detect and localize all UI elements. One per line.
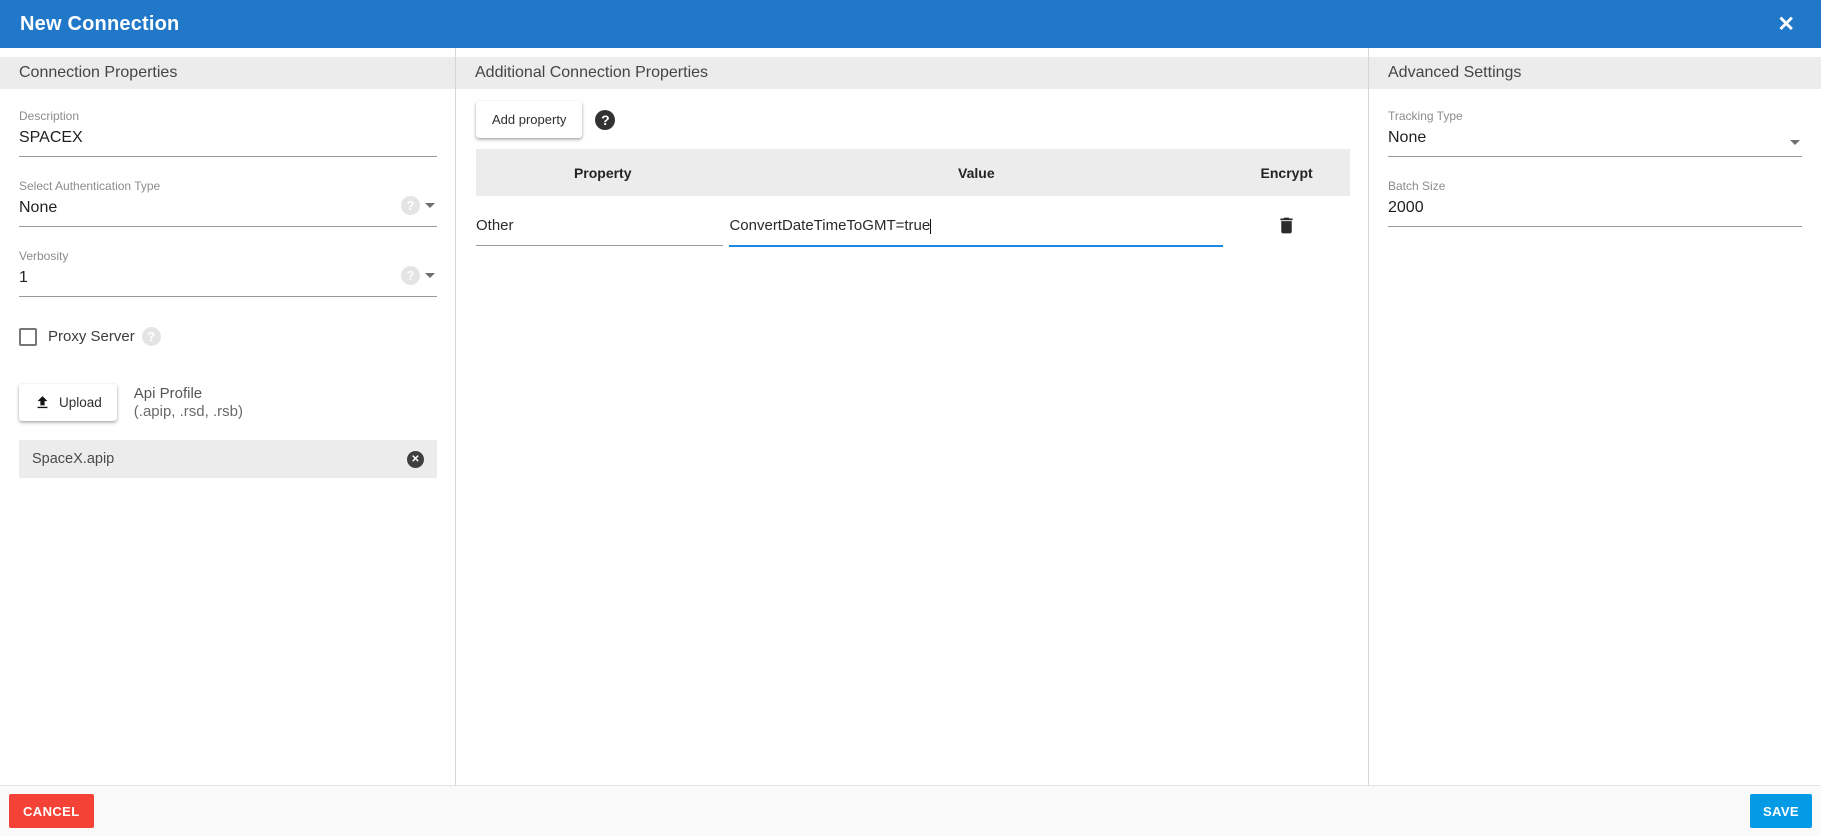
text-cursor [930,219,931,234]
description-field[interactable]: Description SPACEX [19,109,437,157]
delete-property-button[interactable] [1276,215,1297,236]
auth-type-field[interactable]: Select Authentication Type None ? [19,179,437,227]
verbosity-caret-down-icon[interactable] [425,273,435,278]
upload-button-label: Upload [59,395,102,410]
connection-properties-panel: Connection Properties Description SPACEX… [0,48,456,785]
upload-button[interactable]: Upload [19,384,117,421]
verbosity-field[interactable]: Verbosity 1 ? [19,249,437,297]
uploaded-file-chip: SpaceX.apip ✕ [19,440,437,478]
property-name-input[interactable]: Other [476,215,723,246]
column-header-value: Value [729,165,1223,181]
tracking-type-label: Tracking Type [1388,109,1802,123]
advanced-settings-panel: Advanced Settings Tracking Type None Bat… [1368,48,1821,785]
trash-icon [1276,215,1297,236]
api-profile-text: Api Profile (.apip, .rsd, .rsb) [134,385,243,421]
tracking-type-select[interactable]: None [1388,123,1802,157]
api-profile-title: Api Profile [134,385,243,403]
table-row: Other ConvertDateTimeToGMT=true [476,215,1350,247]
uploaded-file-name: SpaceX.apip [32,451,114,467]
new-connection-dialog: New Connection ✕ Connection Properties D… [0,0,1821,836]
cancel-button[interactable]: CANCEL [9,794,94,828]
dialog-footer: CANCEL SAVE [0,785,1821,836]
auth-type-label: Select Authentication Type [19,179,437,193]
api-profile-extensions: (.apip, .rsd, .rsb) [134,403,243,421]
auth-type-select[interactable]: None [19,193,437,227]
verbosity-help-icon: ? [401,266,420,285]
close-icon[interactable]: ✕ [1771,12,1801,37]
dialog-titlebar: New Connection ✕ [0,0,1821,48]
additional-properties-header: Additional Connection Properties [456,57,1368,89]
tracking-type-caret-down-icon[interactable] [1790,140,1800,145]
description-label: Description [19,109,437,123]
batch-size-field[interactable]: Batch Size 2000 [1388,179,1802,227]
proxy-server-label: Proxy Server [48,328,135,345]
proxy-server-checkbox[interactable] [19,328,37,346]
connection-properties-header: Connection Properties [0,57,455,89]
batch-size-input[interactable]: 2000 [1388,193,1802,227]
advanced-settings-header: Advanced Settings [1369,57,1821,89]
batch-size-label: Batch Size [1388,179,1802,193]
upload-icon [34,394,51,411]
additional-properties-panel: Additional Connection Properties Add pro… [456,48,1368,785]
verbosity-label: Verbosity [19,249,437,263]
properties-table-header: Property Value Encrypt [476,149,1350,196]
proxy-server-row: Proxy Server ? [19,327,437,346]
add-property-button[interactable]: Add property [476,101,582,138]
api-profile-upload-row: Upload Api Profile (.apip, .rsd, .rsb) [19,384,437,421]
remove-file-icon[interactable]: ✕ [407,451,424,468]
properties-table: Property Value Encrypt Other ConvertDate… [476,149,1350,247]
save-button[interactable]: SAVE [1750,794,1812,828]
column-header-property: Property [476,165,729,181]
add-property-help-icon[interactable]: ? [595,110,615,130]
add-property-row: Add property ? [476,101,1350,138]
proxy-server-help-icon: ? [142,327,161,346]
description-input[interactable]: SPACEX [19,123,437,157]
property-value-input[interactable]: ConvertDateTimeToGMT=true [729,215,1223,247]
verbosity-select[interactable]: 1 [19,263,437,297]
dialog-content: Connection Properties Description SPACEX… [0,48,1821,785]
column-header-encrypt: Encrypt [1223,165,1350,181]
tracking-type-field[interactable]: Tracking Type None [1388,109,1802,157]
dialog-title: New Connection [20,13,179,36]
auth-type-help-icon: ? [401,196,420,215]
auth-type-caret-down-icon[interactable] [425,203,435,208]
